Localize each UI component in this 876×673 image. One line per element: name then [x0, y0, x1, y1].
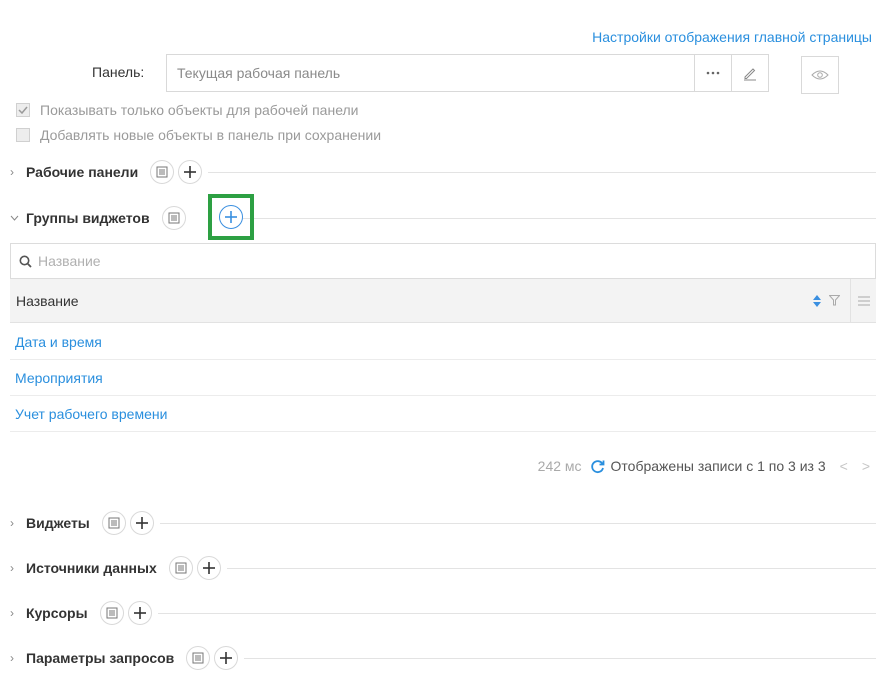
section-title-widgets[interactable]: Виджеты [26, 515, 90, 531]
section-divider [159, 522, 876, 524]
show-only-panel-objects-label: Показывать только объекты для рабочей па… [40, 102, 359, 118]
menu-icon [857, 296, 870, 305]
list-dashboards-button[interactable] [150, 160, 175, 184]
list-icon [108, 517, 120, 529]
list-widget-groups-button[interactable] [161, 206, 186, 230]
section-dashboards: › Рабочие панели [10, 157, 876, 187]
show-only-panel-objects-checkbox[interactable] [16, 103, 30, 117]
list-data-sources-button[interactable] [168, 556, 193, 580]
table-header: Название [10, 278, 876, 323]
widget-group-link[interactable]: Дата и время [15, 334, 102, 350]
refresh-button[interactable] [590, 459, 605, 474]
panel-label: Панель: [92, 64, 145, 80]
add-cursor-button[interactable] [127, 601, 152, 625]
panel-select-value[interactable]: Текущая рабочая панель [167, 55, 694, 91]
section-title-cursors[interactable]: Курсоры [26, 605, 88, 621]
view-panel-button[interactable] [801, 56, 839, 94]
table-row: Дата и время [10, 324, 876, 360]
section-divider [219, 217, 876, 219]
plus-icon [133, 607, 146, 619]
plus-icon [225, 211, 237, 223]
panel-select-field[interactable]: Текущая рабочая панель [166, 54, 769, 92]
chevron-right-icon[interactable]: › [10, 651, 22, 665]
plus-icon [220, 652, 233, 664]
add-widget-button[interactable] [129, 511, 154, 535]
eye-icon [811, 70, 829, 80]
widget-group-link[interactable]: Мероприятия [15, 370, 103, 386]
table-row: Учет рабочего времени [10, 396, 876, 432]
edit-panel-button[interactable] [731, 55, 768, 91]
refresh-icon [590, 459, 604, 473]
widget-group-link[interactable]: Учет рабочего времени [15, 406, 167, 422]
section-divider [208, 171, 876, 173]
list-icon [175, 562, 187, 574]
list-cursors-button[interactable] [99, 601, 124, 625]
chevron-right-icon[interactable]: › [10, 606, 22, 620]
chevron-down-icon[interactable] [10, 215, 22, 221]
section-title-dashboards[interactable]: Рабочие панели [26, 164, 138, 180]
list-icon [156, 166, 168, 178]
next-page-button[interactable]: > [862, 458, 870, 474]
column-menu-button[interactable] [850, 278, 876, 323]
sort-icon[interactable] [813, 294, 821, 307]
section-query-params: › Параметры запросов [10, 643, 876, 673]
section-cursors: › Курсоры [10, 598, 876, 628]
list-icon [192, 652, 204, 664]
widget-group-search[interactable]: Название [10, 243, 876, 279]
add-dashboard-button[interactable] [178, 160, 203, 184]
add-data-source-button[interactable] [196, 556, 221, 580]
search-icon [19, 255, 32, 268]
records-summary: Отображены записи с 1 по 3 из 3 [610, 458, 826, 474]
list-icon [106, 607, 118, 619]
section-data-sources: › Источники данных [10, 553, 876, 583]
section-divider [157, 612, 876, 614]
list-widgets-button[interactable] [101, 511, 126, 535]
add-widget-group-highlight [208, 194, 254, 240]
add-new-to-panel-checkbox[interactable] [16, 128, 30, 142]
add-new-to-panel-label: Добавлять новые объекты в панель при сох… [40, 127, 382, 143]
section-divider [226, 567, 876, 569]
home-display-settings-link[interactable]: Настройки отображения главной страницы [592, 29, 872, 45]
filter-icon[interactable] [829, 295, 840, 306]
show-only-panel-objects-option[interactable]: Показывать только объекты для рабочей па… [16, 102, 359, 118]
more-button[interactable] [694, 55, 731, 91]
prev-page-button[interactable]: < [840, 458, 848, 474]
plus-icon [135, 517, 148, 529]
plus-icon [202, 562, 215, 574]
add-widget-group-button[interactable] [219, 205, 243, 229]
section-widgets: › Виджеты [10, 508, 876, 538]
response-time: 242 мс [537, 458, 582, 474]
section-title-data-sources[interactable]: Источники данных [26, 560, 157, 576]
section-divider [244, 657, 876, 659]
chevron-right-icon[interactable]: › [10, 165, 22, 179]
section-widget-groups: Группы виджетов [10, 203, 876, 233]
table-row: Мероприятия [10, 360, 876, 396]
table-footer: 242 мс Отображены записи с 1 по 3 из 3 <… [538, 458, 870, 474]
chevron-right-icon[interactable]: › [10, 516, 22, 530]
list-query-params-button[interactable] [186, 646, 211, 670]
chevron-right-icon[interactable]: › [10, 561, 22, 575]
checkmark-icon [18, 106, 28, 114]
search-input[interactable]: Название [38, 253, 101, 269]
plus-icon [184, 166, 197, 178]
list-icon [168, 212, 180, 224]
add-query-param-button[interactable] [214, 646, 239, 670]
pencil-icon [744, 68, 756, 81]
add-new-to-panel-option[interactable]: Добавлять новые объекты в панель при сох… [16, 127, 381, 143]
section-title-query-params[interactable]: Параметры запросов [26, 650, 174, 666]
ellipsis-icon [706, 71, 720, 75]
column-header-name[interactable]: Название [10, 293, 813, 309]
section-title-widget-groups[interactable]: Группы виджетов [26, 210, 150, 226]
